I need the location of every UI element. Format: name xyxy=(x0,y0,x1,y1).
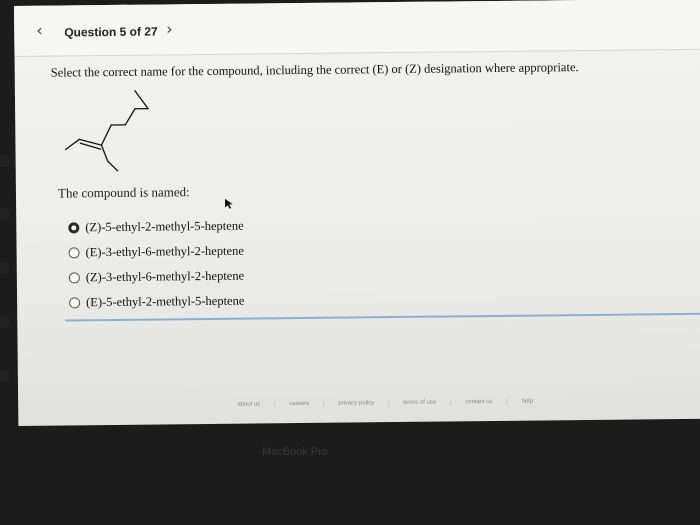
skeletal-structure-diagram xyxy=(64,90,149,172)
radio-unselected-icon[interactable] xyxy=(68,247,80,259)
bond-line xyxy=(134,90,149,110)
answer-option[interactable]: (Z)-3-ethyl-6-methyl-2-heptene xyxy=(68,264,245,291)
question-nav-bar: ‹ Question 5 of 27 › xyxy=(14,0,700,57)
question-counter: Question 5 of 27 xyxy=(64,24,158,40)
answer-option[interactable]: (E)-3-ethyl-6-methyl-2-heptene xyxy=(68,239,244,266)
answer-option-label: (Z)-5-ethyl-2-methyl-5-heptene xyxy=(85,218,244,235)
bond-line xyxy=(100,124,112,146)
answer-option-label: (Z)-3-ethyl-6-methyl-2-heptene xyxy=(85,268,245,285)
footer-link[interactable]: privacy policy xyxy=(324,400,390,407)
answer-option[interactable]: (E)-5-ethyl-2-methyl-5-heptene xyxy=(69,289,245,316)
radio-unselected-icon[interactable] xyxy=(68,272,80,284)
side-tab xyxy=(0,208,10,220)
footer-link[interactable]: about us xyxy=(223,401,276,408)
question-prompt: Select the correct name for the compound… xyxy=(50,60,579,80)
footer-link[interactable]: terms of use xyxy=(389,399,452,407)
answer-prompt-label: The compound is named: xyxy=(57,184,190,201)
radio-selected-icon[interactable] xyxy=(68,222,80,234)
footer-links: about us careers privacy policy terms of us… xyxy=(223,398,547,408)
answer-option[interactable]: (Z)-5-ethyl-2-methyl-5-heptene xyxy=(68,214,244,241)
footer-link[interactable]: contact us xyxy=(451,398,508,406)
answer-options: (Z)-5-ethyl-2-methyl-5-heptene (E)-3-ethy… xyxy=(68,214,244,316)
footer-link[interactable]: help xyxy=(508,398,547,405)
bond-line xyxy=(124,108,136,126)
side-tab xyxy=(0,262,10,274)
chevron-left-icon[interactable]: ‹ xyxy=(36,21,43,40)
footer-link[interactable]: careers xyxy=(275,400,325,408)
laptop-bezel-label: MacBook Pro xyxy=(262,446,329,458)
answer-option-label: (E)-5-ethyl-2-methyl-5-heptene xyxy=(86,293,245,310)
mouse-cursor-icon xyxy=(225,198,233,209)
bond-line xyxy=(64,138,81,151)
browser-screen: ‹ Question 5 of 27 › Select the correct … xyxy=(14,0,700,426)
answer-option-label: (E)-3-ethyl-6-methyl-2-heptene xyxy=(85,243,244,260)
bond-line xyxy=(100,144,109,162)
side-tab xyxy=(0,155,10,167)
side-tab xyxy=(0,370,10,382)
bond-line xyxy=(106,160,119,172)
side-tab xyxy=(0,316,10,328)
radio-unselected-icon[interactable] xyxy=(69,297,81,309)
chevron-right-icon[interactable]: › xyxy=(166,19,173,38)
